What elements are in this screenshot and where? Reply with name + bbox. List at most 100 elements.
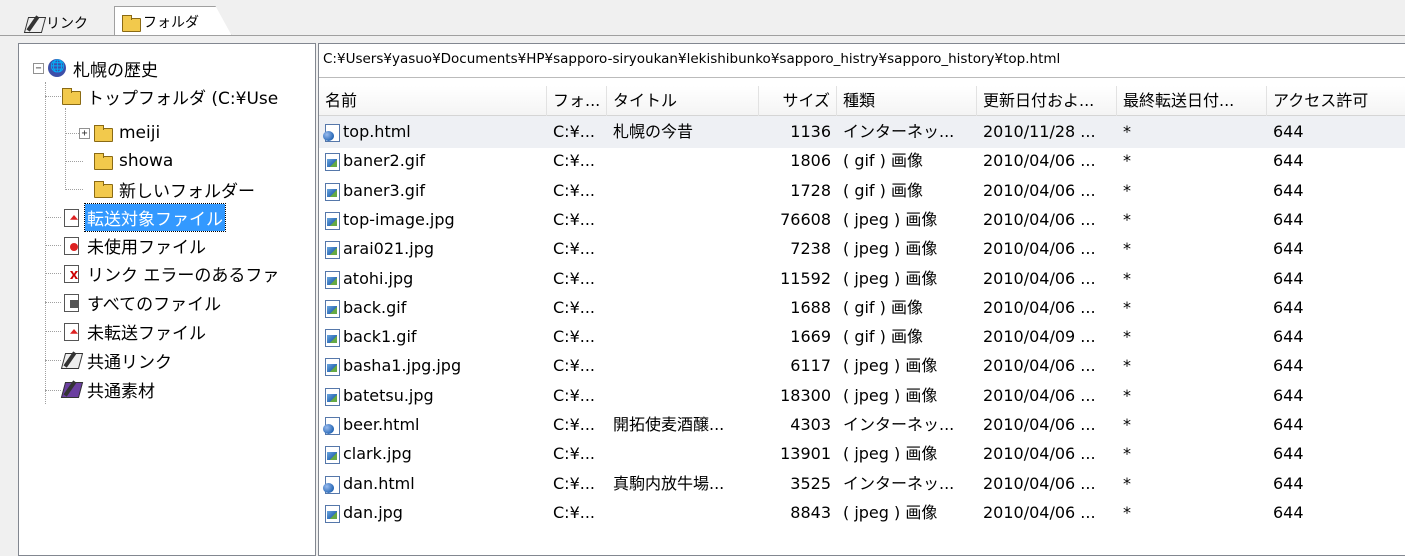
image-file-icon [323, 211, 341, 230]
table-row[interactable]: top-image.jpg C:¥... 76608 ( jpeg ) 画像 2010/… [319, 204, 1405, 236]
table-row[interactable]: dan.jpg C:¥... 8843 ( jpeg ) 画像 2010/04/06 .… [319, 497, 1405, 529]
table-row[interactable]: beer.html C:¥... 開拓使麦酒醸... 4303 インターネッ... 201… [319, 409, 1405, 441]
image-file-icon [323, 504, 341, 523]
tree-item-common-link[interactable]: 共通リンク [61, 346, 174, 374]
cell-title: 札幌の今昔 [613, 122, 694, 141]
file-name: dan.html [343, 473, 415, 493]
file-name: dan.jpg [343, 502, 403, 522]
tree-connector [45, 390, 61, 391]
cell-access: 644 [1273, 239, 1304, 259]
cell-title [607, 380, 759, 412]
column-modified[interactable]: 更新日付およ... [977, 86, 1117, 116]
cell-access: 644 [1273, 473, 1304, 493]
tree-item-link-error[interactable]: リンク エラーのあるファ [61, 259, 281, 287]
collapse-icon[interactable]: − [33, 62, 44, 74]
cell-last-sent: * [1123, 151, 1131, 171]
table-row[interactable]: basha1.jpg.jpg C:¥... 6117 ( jpeg ) 画像 2010/… [319, 350, 1405, 382]
cell-folder: C:¥... [553, 297, 595, 317]
cell-access: 644 [1273, 151, 1304, 171]
image-file-icon [323, 299, 341, 318]
tree-folder-new[interactable]: 新しいフォルダー [93, 175, 257, 203]
table-row[interactable]: clark.jpg C:¥... 13901 ( jpeg ) 画像 2010/04/0… [319, 438, 1405, 470]
cell-title [607, 292, 759, 324]
cell-modified: 2010/04/06 ... [983, 502, 1096, 522]
tree-item-label: 共通リンク [87, 352, 172, 373]
tree-connector [45, 217, 61, 218]
cell-size: 76608 [780, 209, 831, 229]
cell-title [607, 438, 759, 470]
file-name: basha1.jpg.jpg [343, 356, 462, 376]
cell-folder: C:¥... [553, 356, 595, 376]
cell-size: 1136 [790, 122, 831, 141]
cell-name: baner2.gif [319, 145, 547, 177]
folder-tree[interactable]: − 札幌の歴史 トップフォルダ (C:¥Use + meiji showa 新し… [18, 43, 316, 556]
image-file-icon [323, 328, 341, 348]
column-size[interactable]: サイズ [759, 86, 837, 116]
cell-name: clark.jpg [319, 438, 547, 470]
cell-last-sent: * [1123, 473, 1131, 493]
tree-folder-showa[interactable]: showa [93, 147, 175, 175]
image-file-icon [323, 357, 341, 377]
folder-tab-icon [121, 14, 141, 32]
cell-type: ( gif ) 画像 [843, 297, 923, 317]
tree-folder-label: meiji [119, 123, 161, 143]
cell-title [607, 321, 759, 353]
cell-type: ( gif ) 画像 [843, 327, 923, 347]
folder-icon [61, 87, 81, 105]
tree-item-not-transferred[interactable]: 未転送ファイル [61, 317, 208, 345]
cell-modified: 2010/04/06 ... [983, 239, 1096, 259]
image-file-icon [323, 182, 341, 201]
tab-folder-label: フォルダ [143, 14, 199, 31]
cell-name: back1.gif [319, 321, 547, 353]
table-row[interactable]: baner3.gif C:¥... 1728 ( gif ) 画像 2010/04/06… [319, 175, 1405, 207]
cell-type: ( jpeg ) 画像 [843, 444, 938, 464]
cell-folder: C:¥... [553, 180, 595, 200]
tree-connector [45, 273, 61, 274]
cell-type: インターネッ... [843, 473, 955, 493]
tree-item-unused[interactable]: 未使用ファイル [61, 231, 208, 259]
table-row[interactable]: top.html C:¥... 札幌の今昔 1136 インターネッ... 2010/11/… [319, 116, 1405, 148]
column-title[interactable]: タイトル [607, 86, 759, 116]
tree-item-label: 未使用ファイル [87, 237, 206, 258]
cell-last-sent: * [1123, 268, 1131, 288]
cell-folder: C:¥... [553, 385, 595, 405]
expand-icon[interactable]: + [79, 127, 90, 139]
tree-connector [45, 331, 61, 332]
tree-connector [65, 108, 66, 190]
tree-root[interactable]: − 札幌の歴史 [33, 54, 160, 82]
table-row[interactable]: batetsu.jpg C:¥... 18300 ( jpeg ) 画像 2010/04… [319, 380, 1405, 412]
table-row[interactable]: back.gif C:¥... 1688 ( gif ) 画像 2010/04/06 .… [319, 292, 1405, 324]
cell-access: 644 [1273, 268, 1304, 288]
table-row[interactable]: baner2.gif C:¥... 1806 ( gif ) 画像 2010/04/06… [319, 145, 1405, 177]
cell-size: 18300 [780, 385, 831, 405]
column-name[interactable]: 名前 [319, 86, 547, 116]
cell-modified: 2010/04/06 ... [983, 297, 1096, 317]
cell-type: ( jpeg ) 画像 [843, 385, 938, 405]
cell-title: 開拓使麦酒醸... [613, 415, 725, 434]
tree-item-transfer-target[interactable]: 転送対象ファイル [61, 202, 226, 232]
column-type[interactable]: 種類 [837, 86, 977, 116]
tree-item-all-files[interactable]: すべてのファイル [61, 288, 223, 316]
cell-last-sent: * [1123, 415, 1131, 434]
tree-folder-meiji[interactable]: + meiji [79, 119, 162, 147]
tab-link[interactable]: リンク [18, 9, 102, 36]
html-file-icon [323, 123, 341, 142]
tree-top-folder-label: トップフォルダ (C:¥Use [87, 88, 279, 109]
tree-item-label: 共通素材 [87, 381, 155, 402]
tree-top-folder[interactable]: トップフォルダ (C:¥Use [61, 82, 280, 110]
html-file-icon [323, 475, 341, 494]
tree-item-common-material[interactable]: 共通素材 [61, 375, 157, 403]
table-row[interactable]: dan.html C:¥... 真駒内放牛場... 3525 インターネッ... 2010… [319, 468, 1405, 500]
cell-last-sent: * [1123, 444, 1131, 464]
cell-folder: C:¥... [553, 151, 595, 171]
table-row[interactable]: back1.gif C:¥... 1669 ( gif ) 画像 2010/04/09 … [319, 321, 1405, 353]
column-last-sent[interactable]: 最終転送日付... [1117, 86, 1267, 116]
column-folder[interactable]: フォ... [547, 86, 607, 116]
tree-connector [65, 189, 83, 190]
cell-size: 1669 [790, 327, 831, 347]
cell-modified: 2010/04/06 ... [983, 385, 1096, 405]
table-row[interactable]: arai021.jpg C:¥... 7238 ( jpeg ) 画像 2010/04/… [319, 233, 1405, 265]
column-access[interactable]: アクセス許可 [1267, 86, 1405, 116]
tab-folder[interactable]: フォルダ [114, 6, 232, 36]
table-row[interactable]: atohi.jpg C:¥... 11592 ( jpeg ) 画像 2010/04/0… [319, 263, 1405, 295]
